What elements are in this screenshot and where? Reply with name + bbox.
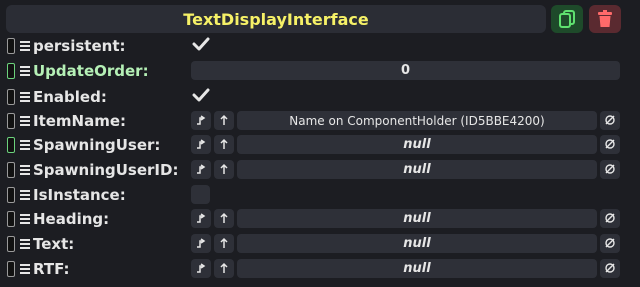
component-title: TextDisplayInterface: [183, 9, 369, 29]
drag-handle-icon[interactable]: [7, 187, 15, 203]
spawninguser-clear-button[interactable]: [600, 135, 620, 154]
drag-handle-icon[interactable]: [7, 261, 15, 277]
rtf-jump-button[interactable]: [214, 259, 234, 278]
drive-icon: [195, 135, 207, 154]
hamburger-menu-icon[interactable]: [20, 138, 31, 152]
null-clear-icon: [604, 160, 616, 179]
jump-up-icon: [218, 111, 230, 130]
spawninguserid-clear-button[interactable]: [600, 160, 620, 179]
field-label: persistent:: [33, 37, 126, 55]
hamburger-menu-icon[interactable]: [20, 188, 31, 202]
heading-reference-field[interactable]: null: [237, 209, 597, 228]
field-row-text: Text: null: [0, 233, 640, 257]
heading-drive-button[interactable]: [191, 209, 211, 228]
spawninguser-jump-button[interactable]: [214, 135, 234, 154]
field-row-enabled: Enabled:: [0, 86, 640, 110]
checkmark-icon: [192, 36, 210, 56]
field-label: Heading:: [33, 210, 110, 228]
drive-icon: [195, 234, 207, 253]
hamburger-menu-icon[interactable]: [20, 262, 31, 276]
heading-jump-button[interactable]: [214, 209, 234, 228]
rtf-reference-field[interactable]: null: [237, 259, 597, 278]
jump-up-icon: [218, 209, 230, 228]
drag-handle-icon[interactable]: [7, 137, 15, 153]
itemname-clear-button[interactable]: [600, 111, 620, 130]
spawninguserid-reference-field[interactable]: null: [237, 160, 597, 179]
field-row-spawninguser: SpawningUser: null: [0, 134, 640, 158]
drive-icon: [195, 209, 207, 228]
drag-handle-icon[interactable]: [7, 162, 15, 178]
itemname-reference-field[interactable]: Name on ComponentHolder (ID5BBE4200): [237, 111, 597, 130]
drag-handle-icon[interactable]: [7, 211, 15, 227]
field-label: IsInstance:: [33, 186, 126, 204]
drag-handle-icon[interactable]: [7, 38, 15, 54]
field-label: Enabled:: [33, 88, 107, 106]
drive-icon: [195, 259, 207, 278]
isinstance-checkbox[interactable]: [191, 185, 210, 204]
field-label: RTF:: [33, 260, 70, 278]
field-row-spawninguserid: SpawningUserID: null: [0, 159, 640, 183]
field-row-heading: Heading: null: [0, 208, 640, 232]
checkmark-icon: [192, 87, 210, 107]
jump-up-icon: [218, 135, 230, 154]
heading-clear-button[interactable]: [600, 209, 620, 228]
field-label: UpdateOrder:: [33, 62, 149, 80]
jump-up-icon: [218, 160, 230, 179]
spawninguserid-jump-button[interactable]: [214, 160, 234, 179]
text-drive-button[interactable]: [191, 234, 211, 253]
rtf-drive-button[interactable]: [191, 259, 211, 278]
hamburger-menu-icon[interactable]: [20, 39, 31, 53]
hamburger-menu-icon[interactable]: [20, 163, 31, 177]
field-label: ItemName:: [33, 112, 127, 130]
field-row-persistent: persistent:: [0, 35, 640, 59]
text-jump-button[interactable]: [214, 234, 234, 253]
jump-up-icon: [218, 259, 230, 278]
enabled-checkbox[interactable]: [191, 87, 211, 107]
hamburger-menu-icon[interactable]: [20, 212, 31, 226]
itemname-drive-button[interactable]: [191, 111, 211, 130]
null-clear-icon: [604, 234, 616, 253]
drag-handle-icon[interactable]: [7, 236, 15, 252]
spawninguser-reference-field[interactable]: null: [237, 135, 597, 154]
drive-icon: [195, 111, 207, 130]
field-row-isinstance: IsInstance:: [0, 184, 640, 208]
duplicate-button[interactable]: [551, 5, 583, 33]
drive-icon: [195, 160, 207, 179]
component-header: TextDisplayInterface: [6, 5, 546, 33]
spawninguserid-drive-button[interactable]: [191, 160, 211, 179]
itemname-jump-button[interactable]: [214, 111, 234, 130]
spawninguser-drive-button[interactable]: [191, 135, 211, 154]
drag-handle-icon[interactable]: [7, 89, 15, 105]
jump-up-icon: [218, 234, 230, 253]
duplicate-icon: [559, 10, 575, 28]
field-row-rtf: RTF: null: [0, 258, 640, 282]
hamburger-menu-icon[interactable]: [20, 64, 31, 78]
field-label: SpawningUser:: [33, 136, 161, 154]
field-row-itemname: ItemName: Name on ComponentHolder (ID5BBE…: [0, 110, 640, 134]
hamburger-menu-icon[interactable]: [20, 90, 31, 104]
persistent-checkbox[interactable]: [191, 36, 211, 56]
updateorder-input[interactable]: 0: [191, 61, 620, 80]
delete-button[interactable]: [589, 5, 621, 33]
rtf-clear-button[interactable]: [600, 259, 620, 278]
drag-handle-icon[interactable]: [7, 63, 15, 79]
null-clear-icon: [604, 209, 616, 228]
hamburger-menu-icon[interactable]: [20, 114, 31, 128]
field-label: Text:: [33, 235, 75, 253]
field-label: SpawningUserID:: [33, 161, 179, 179]
text-reference-field[interactable]: null: [237, 234, 597, 253]
trash-icon: [598, 10, 612, 27]
null-clear-icon: [604, 111, 616, 130]
null-clear-icon: [604, 135, 616, 154]
text-clear-button[interactable]: [600, 234, 620, 253]
null-clear-icon: [604, 259, 616, 278]
hamburger-menu-icon[interactable]: [20, 237, 31, 251]
drag-handle-icon[interactable]: [7, 113, 15, 129]
field-row-updateorder: UpdateOrder: 0: [0, 60, 640, 84]
